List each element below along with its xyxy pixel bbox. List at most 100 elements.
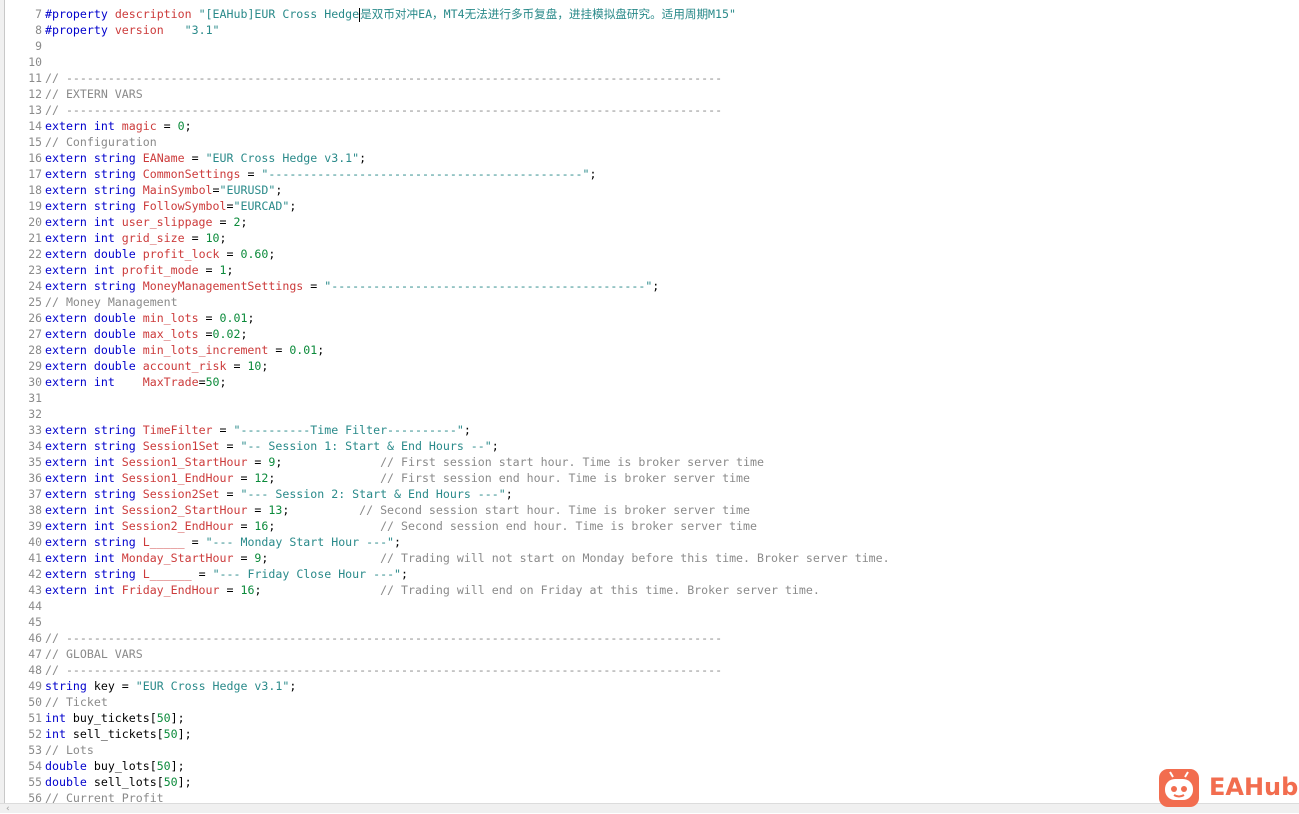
code-lines: 7 #property description "[EAHub]EUR Cross… [0,6,1299,803]
code-token: // Second session end hour. Time is brok… [380,519,757,533]
code-token: double [45,759,94,773]
line-number: 33 [28,423,42,437]
code-token: sell_tickets[ [72,727,164,741]
code-token: double [45,775,94,789]
code-token: "3.1" [184,23,220,37]
code-line[interactable]: 26 extern double min_lots = 0.01; [0,310,1299,326]
code-line[interactable]: 39 extern int Session2_EndHour = 16; // S… [0,518,1299,534]
code-token: extern string [45,199,143,213]
code-token: EAName [142,151,185,165]
code-line[interactable]: 36 extern int Session1_EndHour = 12; // F… [0,470,1299,486]
code-token: magic [121,119,157,133]
code-line[interactable]: 47// GLOBAL VARS [0,646,1299,662]
line-content: // Current Profit [45,791,164,803]
code-token: ; [268,519,381,533]
code-line[interactable]: 18 extern string MainSymbol="EURUSD"; [0,182,1299,198]
line-number: 11 [28,71,42,85]
code-token: MoneyManagementSettings [142,279,304,293]
code-token: "--- Monday Start Hour ---" [205,535,395,549]
line-content: // EXTERN VARS [45,87,143,101]
code-editor[interactable]: 7 #property description "[EAHub]EUR Cross… [0,0,1299,803]
code-line[interactable]: 55 double sell_lots[50]; [0,774,1299,790]
code-token: 16 [240,583,255,597]
line-number: 55 [28,775,42,789]
code-token: "EURUSD" [219,183,276,197]
line-number: 35 [28,455,42,469]
code-line[interactable]: 30 extern int MaxTrade=50; [0,374,1299,390]
code-line[interactable]: 41 extern int Monday_StartHour = 9; // Tr… [0,550,1299,566]
code-line[interactable]: 22 extern double profit_lock = 0.60; [0,246,1299,262]
code-token: = [247,503,269,517]
code-token: extern int [45,455,122,469]
code-line[interactable]: 48// -----------------------------------… [0,662,1299,678]
code-line[interactable]: 33 extern string TimeFilter = "----------… [0,422,1299,438]
code-line[interactable]: 52 int sell_tickets[50]; [0,726,1299,742]
code-line[interactable]: 28 extern double min_lots_increment = 0.0… [0,342,1299,358]
code-token: 0.01 [219,311,248,325]
code-line[interactable]: 37 extern string Session2Set = "--- Sessi… [0,486,1299,502]
code-line[interactable]: 31 [0,390,1299,406]
code-token: ]; [177,727,192,741]
code-line[interactable]: 40 extern string L_____ = "--- Monday Sta… [0,534,1299,550]
code-token: profit_lock [142,247,220,261]
code-token: #property [45,23,115,37]
code-line[interactable]: 19 extern string FollowSymbol="EURCAD"; [0,198,1299,214]
line-number: 36 [28,471,42,485]
code-line[interactable]: 23 extern int profit_mode = 1; [0,262,1299,278]
code-token: 0 [177,119,185,133]
line-content: // -------------------------------------… [45,631,722,645]
code-token: Session1_EndHour [121,471,234,485]
code-token: // GLOBAL VARS [45,647,143,661]
code-line[interactable]: 24 extern string MoneyManagementSettings … [0,278,1299,294]
code-line[interactable]: 54 double buy_lots[50]; [0,758,1299,774]
code-line[interactable]: 51 int buy_tickets[50]; [0,710,1299,726]
code-token: extern int [45,263,122,277]
watermark-text: EAHub [1209,773,1299,801]
code-line[interactable]: 9 [0,38,1299,54]
code-token: grid_size [121,231,185,245]
code-line[interactable]: 44 [0,598,1299,614]
code-token: int [45,711,73,725]
code-line[interactable]: 16 extern string EAName = "EUR Cross Hedg… [0,150,1299,166]
line-content: extern string FollowSymbol="EURCAD"; [45,199,296,213]
code-line[interactable]: 53// Lots [0,742,1299,758]
code-line[interactable]: 10 [0,54,1299,70]
code-line[interactable]: 38 extern int Session2_StartHour = 13; //… [0,502,1299,518]
code-line[interactable]: 13// -----------------------------------… [0,102,1299,118]
code-line[interactable]: 29 extern double account_risk = 10; [0,358,1299,374]
code-line[interactable]: 11// -----------------------------------… [0,70,1299,86]
code-line[interactable]: 35 extern int Session1_StartHour = 9; // … [0,454,1299,470]
code-token: "[EAHub]EUR Cross Hedge [198,7,360,21]
code-line[interactable]: 32 [0,406,1299,422]
code-line[interactable]: 50// Ticket [0,694,1299,710]
code-token: = [212,183,220,197]
code-line[interactable]: 56// Current Profit [0,790,1299,803]
code-line[interactable]: 12// EXTERN VARS [0,86,1299,102]
code-token: extern double [45,247,143,261]
code-line[interactable]: 46// -----------------------------------… [0,630,1299,646]
code-line[interactable]: 27 extern double max_lots =0.02; [0,326,1299,342]
line-content: double buy_lots[50]; [45,759,185,773]
code-token: "----------Time Filter----------" [233,423,464,437]
code-line[interactable]: 17 extern string CommonSettings = "------… [0,166,1299,182]
code-line[interactable]: 20 extern int user_slippage = 2; [0,214,1299,230]
code-line[interactable]: 45 [0,614,1299,630]
code-line[interactable]: 34 extern string Session1Set = "-- Sessio… [0,438,1299,454]
code-token: MainSymbol [142,183,213,197]
code-token: ; [219,375,227,389]
code-line[interactable]: 7 #property description "[EAHub]EUR Cross… [0,6,1299,22]
code-token: ; [359,151,367,165]
code-line[interactable]: 42 extern string L______ = "--- Friday Cl… [0,566,1299,582]
code-line[interactable]: 15// Configuration [0,134,1299,150]
code-line[interactable]: 43 extern int Friday_EndHour = 16; // Tra… [0,582,1299,598]
code-token: CommonSettings [142,167,241,181]
line-number: 30 [28,375,42,389]
code-line[interactable]: 21 extern int grid_size = 10; [0,230,1299,246]
code-line[interactable]: 49 string key = "EUR Cross Hedge v3.1"; [0,678,1299,694]
horizontal-scrollbar[interactable]: ‹ [0,803,1299,814]
code-line[interactable]: 14 extern int magic = 0; [0,118,1299,134]
code-line[interactable]: 25// Money Management [0,294,1299,310]
code-line[interactable]: 8 #property version "3.1" [0,22,1299,38]
line-content: // -------------------------------------… [45,103,722,117]
code-token: 50 [163,727,178,741]
